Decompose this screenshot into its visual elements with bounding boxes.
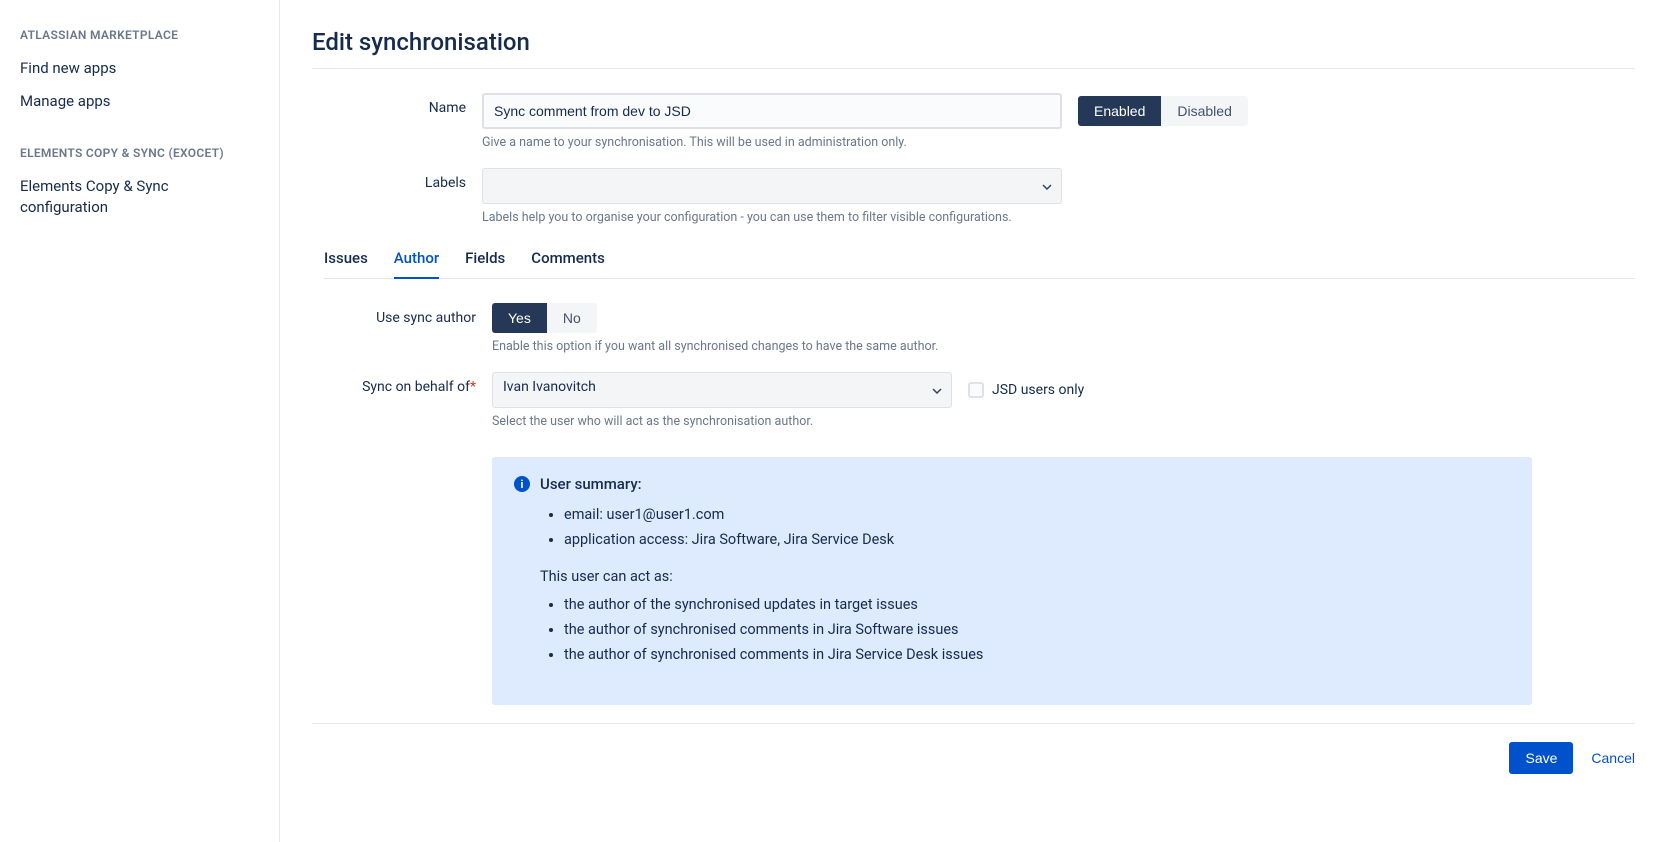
save-button[interactable]: Save (1509, 742, 1573, 774)
use-sync-toggle: Yes No (492, 303, 597, 333)
sidebar-section-title: ATLASSIAN MARKETPLACE (20, 28, 259, 42)
tabs: Issues Author Fields Comments (324, 243, 1635, 279)
behalf-select[interactable]: Ivan Ivanovitch (492, 372, 952, 408)
tab-comments[interactable]: Comments (531, 243, 605, 279)
row-labels: Labels (312, 168, 1635, 204)
cancel-button[interactable]: Cancel (1591, 750, 1635, 766)
info-subtitle: This user can act as: (540, 568, 1510, 585)
main-content: Edit synchronisation Name Enabled Disabl… (280, 0, 1667, 842)
row-name: Name Enabled Disabled (312, 93, 1635, 129)
status-disabled-button[interactable]: Disabled (1161, 96, 1247, 126)
tab-fields[interactable]: Fields (465, 243, 505, 279)
info-item: the author of synchronised comments in J… (564, 618, 1510, 643)
label-sync-behalf: Sync on behalf of* (312, 372, 492, 395)
required-mark: * (470, 379, 476, 395)
jsd-users-checkbox-row: JSD users only (968, 382, 1084, 398)
row-use-sync-author: Use sync author Yes No (312, 303, 1635, 333)
sidebar-item-elements-config[interactable]: Elements Copy & Sync configuration (20, 170, 259, 224)
info-icon: i (514, 476, 530, 492)
tab-issues[interactable]: Issues (324, 243, 368, 279)
use-sync-yes-button[interactable]: Yes (492, 303, 547, 333)
user-summary-panel: i User summary: email: user1@user1.com a… (492, 457, 1532, 705)
info-list-primary: email: user1@user1.com application acces… (564, 503, 1510, 552)
status-enabled-button[interactable]: Enabled (1078, 96, 1161, 126)
label-labels: Labels (312, 168, 482, 191)
help-labels: Labels help you to organise your configu… (482, 210, 1635, 225)
info-item: application access: Jira Software, Jira … (564, 528, 1510, 553)
info-item: email: user1@user1.com (564, 503, 1510, 528)
labels-select-wrap (482, 168, 1062, 204)
sidebar-item-manage-apps[interactable]: Manage apps (20, 85, 259, 118)
sidebar-section-marketplace: ATLASSIAN MARKETPLACE Find new apps Mana… (20, 28, 259, 118)
divider (312, 68, 1635, 69)
jsd-users-checkbox[interactable] (968, 382, 984, 398)
name-input[interactable] (482, 93, 1062, 129)
sidebar-item-find-apps[interactable]: Find new apps (20, 52, 259, 85)
labels-select[interactable] (482, 168, 1062, 204)
label-name: Name (312, 93, 482, 116)
info-list-secondary: the author of the synchronised updates i… (564, 593, 1510, 667)
help-use-sync: Enable this option if you want all synch… (492, 339, 1635, 354)
jsd-users-label: JSD users only (992, 382, 1084, 398)
sidebar-section-elements: ELEMENTS COPY & SYNC (EXOCET) Elements C… (20, 146, 259, 224)
tab-author[interactable]: Author (394, 243, 439, 279)
label-use-sync-author: Use sync author (312, 303, 492, 326)
info-title: User summary: (540, 475, 642, 493)
use-sync-no-button[interactable]: No (547, 303, 597, 333)
help-name: Give a name to your synchronisation. Thi… (482, 135, 1635, 150)
behalf-select-wrap: Ivan Ivanovitch (492, 372, 952, 408)
label-sync-behalf-text: Sync on behalf of (362, 379, 470, 395)
info-item: the author of the synchronised updates i… (564, 593, 1510, 618)
page-title: Edit synchronisation (312, 28, 1635, 56)
actions-row: Save Cancel (312, 742, 1635, 774)
help-sync-behalf: Select the user who will act as the sync… (492, 414, 1635, 429)
sidebar: ATLASSIAN MARKETPLACE Find new apps Mana… (0, 0, 280, 842)
row-sync-behalf: Sync on behalf of* Ivan Ivanovitch JSD u… (312, 372, 1635, 408)
divider (312, 723, 1635, 724)
sidebar-section-title: ELEMENTS COPY & SYNC (EXOCET) (20, 146, 259, 160)
info-item: the author of synchronised comments in J… (564, 643, 1510, 668)
status-toggle: Enabled Disabled (1078, 96, 1248, 126)
